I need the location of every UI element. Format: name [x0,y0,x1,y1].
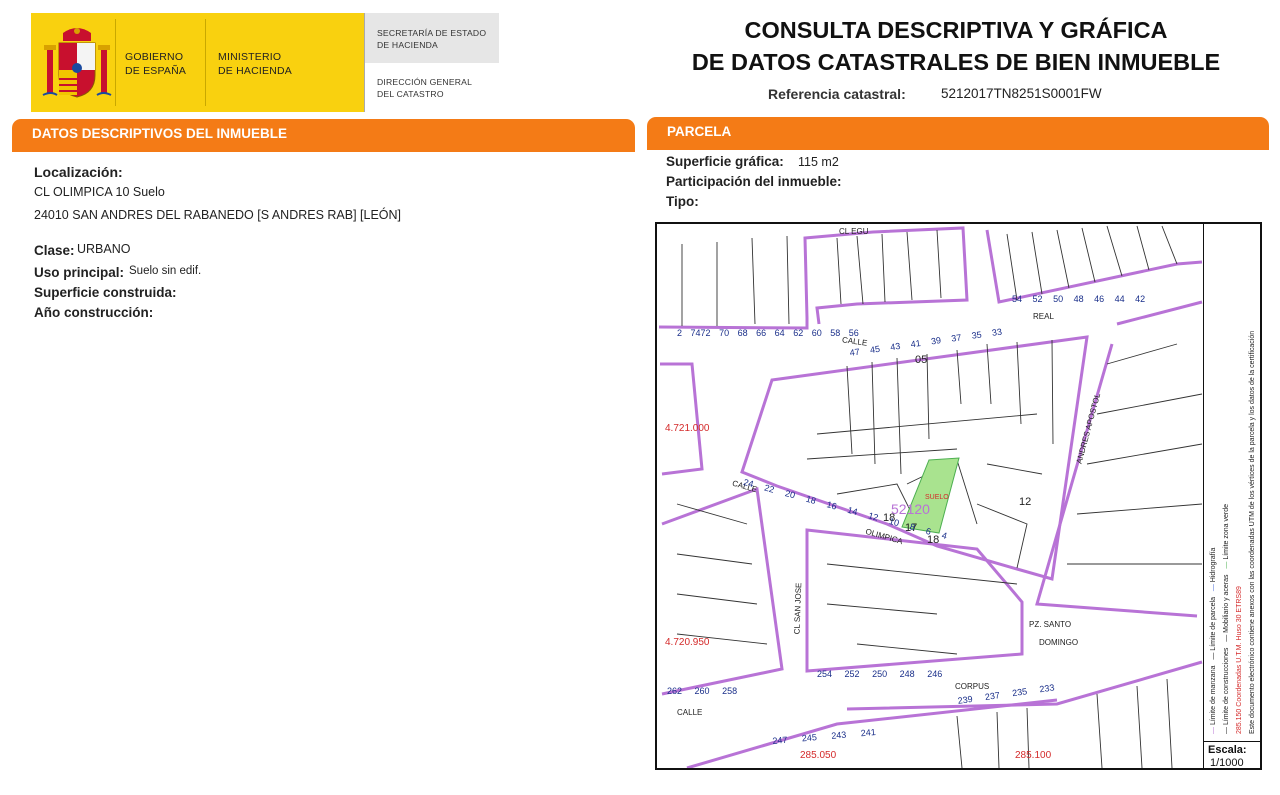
superficie-grafica-value: 115 m2 [798,155,839,169]
scale-value: 1/1000 [1210,757,1244,769]
document-title: CONSULTA DESCRIPTIVA Y GRÁFICA DE DATOS … [640,14,1272,78]
superficie-construida-label: Superficie construida: [34,285,177,300]
coat-of-arms-icon [42,28,112,98]
gov-line2: DE ESPAÑA [125,65,187,77]
legend-divider [1203,224,1204,741]
coord-x2: 285.100 [1015,750,1052,761]
street-calle-bottom: CALLE [677,708,703,717]
gov-line1: GOBIERNO [125,51,184,63]
parcel-05: 05 [915,354,928,366]
gobierno-logo: GOBIERNO DE ESPAÑA MINISTERIO DE HACIEND… [31,13,499,112]
house-numbers-corpus: 254 252 250 248 246 [817,669,943,679]
legend-line-1: — Límite de manzana — Límite de parcela … [1210,547,1217,734]
house-numbers-top: 2 7472 70 68 66 64 62 60 58 56 [677,328,859,338]
street-corpus: CORPUS [955,682,990,691]
street-real: REAL [1033,312,1054,321]
parcel-12: 12 [1019,496,1032,508]
block-right-top [1116,300,1203,326]
cadastral-map[interactable]: REAL CALLE CALLE CALLE OLIMPICA ANDRES A… [655,222,1262,770]
legend-text: — Límite de manzana — Límite de parcela … [1207,228,1259,734]
localizacion-line2: 24010 SAN ANDRES DEL RABANEDO [S ANDRES … [34,208,402,222]
manzana-code: 52120 [891,501,930,517]
block-right [1035,343,1198,618]
participacion-label: Participación del inmueble: [666,174,842,189]
clase-label: Clase: [34,243,75,258]
uso-value: Suelo sin edif. [129,265,202,277]
block-west-lower [661,486,784,696]
superficie-grafica-label: Superficie gráfica: [666,154,784,169]
block-top-left [658,226,969,330]
title-line1: CONSULTA DESCRIPTIVA Y GRÁFICA [744,17,1168,43]
coord-y2: 4.720.950 [665,637,710,648]
localizacion-label: Localización: [34,164,123,180]
house-numbers-misc: 262 260 258 [667,686,738,696]
descriptivos-header: DATOS DESCRIPTIVOS DEL INMUEBLE [12,119,635,153]
legend-line-3: 285.150 Coordenadas U.T.M. Huso 30 ETRS8… [1236,586,1243,734]
street-pz-santo: PZ. SANTO [1029,620,1072,629]
house-numbers-top-right: 54 52 50 48 46 44 42 [1012,294,1146,304]
suelo-label: SUELO [925,494,949,501]
scale-label: Escala: [1208,744,1247,756]
referencia-value: 5212017TN8251S0001FW [941,86,1102,101]
block-top-right [985,229,1203,304]
dir-line2: DEL CATASTRO [377,89,444,99]
scale-box: Escala: 1/1000 [1203,741,1262,770]
descriptivos-title: DATOS DESCRIPTIVOS DEL INMUEBLE [32,126,288,141]
tipo-label: Tipo: [666,194,699,209]
street-el-egu: CL EGU [839,227,869,236]
street-san-jose: CL SAN JOSE [792,582,804,635]
localizacion-line1: CL OLIMPICA 10 Suelo [34,185,165,199]
block-west-upper [660,362,704,476]
clase-value: URBANO [77,242,131,256]
uso-label: Uso principal: [34,265,125,280]
street-domingo: DOMINGO [1039,638,1079,647]
parcela-title: PARCELA [667,124,732,139]
sec-line1: SECRETARÍA DE ESTADO [377,28,487,38]
referencia-row: Referencia catastral: 5212017TN8251S0001… [768,86,1102,102]
referencia-label: Referencia catastral: [768,86,906,102]
title-line2: DE DATOS CATASTRALES DE BIEN INMUEBLE [691,49,1221,75]
legend-line-4: Este documento electrónico contiene anex… [1249,330,1256,734]
parcela-header: PARCELA [647,117,1269,151]
anio-construccion-label: Año construcción: [34,305,154,320]
coord-x1: 285.050 [800,750,837,761]
sec-line2: DE HACIENDA [377,40,438,50]
legend-panel: — Límite de manzana — Límite de parcela … [1207,228,1259,738]
dir-line1: DIRECCIÓN GENERAL [377,77,473,87]
min-line2: DE HACIENDA [218,65,292,77]
legend-line-2: — Límite de construcciones — Mobiliario … [1223,504,1230,734]
coord-y1: 4.721.000 [665,423,710,434]
min-line1: MINISTERIO [218,51,282,63]
